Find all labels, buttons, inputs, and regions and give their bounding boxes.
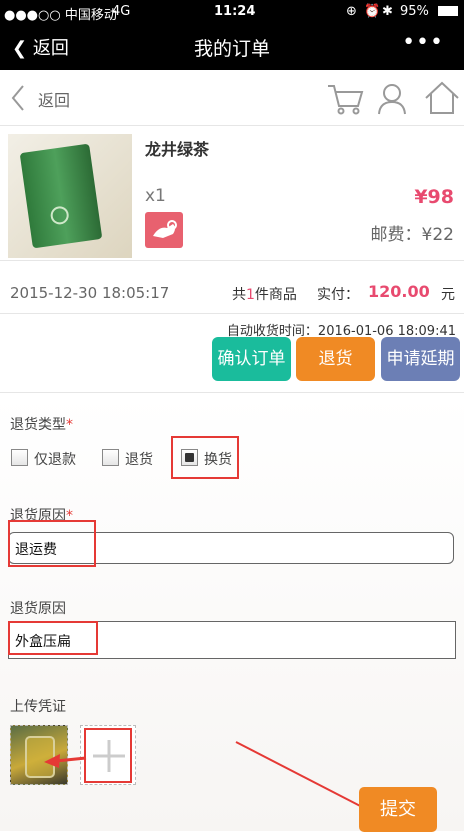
product-image[interactable]	[8, 134, 132, 258]
option-return-checkbox[interactable]	[102, 449, 119, 466]
return-form: 退货类型* 仅退款 退货 换货 退货原因* 退运费 退货原因 外盒压扁 上传凭证…	[0, 394, 464, 832]
count-prefix: 共	[232, 287, 246, 303]
order-summary: 2015-12-30 18:05:17 共1件商品 实付： 120.00 元	[0, 262, 464, 314]
product-price: ¥98	[414, 186, 454, 208]
bluetooth-icon: ✱	[382, 4, 393, 19]
page-title: 我的订单	[193, 38, 270, 60]
return-service-icon	[145, 212, 183, 248]
option-refund-checkbox[interactable]	[11, 449, 28, 466]
network-text: 4G	[112, 4, 131, 19]
tin-logo-shape	[49, 205, 70, 226]
highlight-box-reason	[8, 520, 96, 567]
shipping-fee: 邮费：¥22	[370, 225, 454, 245]
order-actions: 自动收货时间：2016-01-06 18:09:41 确认订单 退货 申请延期	[0, 315, 464, 393]
alarm-icon: ⏰	[364, 4, 381, 19]
sub-nav: 返回	[0, 70, 464, 126]
product-card[interactable]: 龙井绿茶 x1 ¥98 邮费：¥22	[0, 126, 464, 261]
arrow-submit-line	[235, 741, 369, 811]
product-quantity: x1	[145, 186, 166, 206]
nav-bar: ❮ 返回 我的订单 •••	[0, 24, 464, 70]
paid-unit: 元	[441, 287, 455, 303]
home-icon[interactable]	[424, 80, 460, 116]
arrow-left-line	[55, 756, 87, 763]
arrow-left-head-icon	[44, 754, 60, 768]
required-mark: *	[66, 417, 73, 433]
order-date: 2015-12-30 18:05:17	[10, 284, 170, 302]
submit-button[interactable]: 提交	[359, 787, 437, 832]
option-refund-label: 仅退款	[34, 452, 76, 468]
upload-label: 上传凭证	[10, 699, 66, 715]
battery-text: 95%	[400, 4, 429, 19]
highlight-box-exchange	[171, 436, 239, 479]
order-count: 共1件商品	[232, 284, 297, 304]
count-value: 1	[246, 287, 255, 303]
reason2-label: 退货原因	[10, 601, 66, 617]
highlight-box-reason2	[8, 621, 98, 655]
extend-button[interactable]: 申请延期	[381, 337, 460, 381]
user-icon[interactable]	[376, 82, 408, 116]
chevron-left-icon	[11, 85, 24, 111]
return-type-label: 退货类型*	[10, 414, 73, 434]
product-name: 龙井绿茶	[145, 140, 210, 159]
return-type-text: 退货类型	[10, 417, 66, 433]
battery-icon	[438, 6, 458, 16]
time-text: 11:24	[214, 4, 256, 19]
tea-tin-shape	[19, 143, 103, 249]
lock-icon: ⊕	[346, 4, 357, 19]
confirm-order-button[interactable]: 确认订单	[212, 337, 291, 381]
subnav-back-label: 返回	[38, 91, 71, 110]
option-return-label: 退货	[125, 452, 153, 468]
return-goods-button[interactable]: 退货	[296, 337, 375, 381]
subnav-back-button[interactable]: 返回	[8, 82, 88, 114]
cart-icon[interactable]	[326, 82, 364, 116]
paid-amount: 120.00	[368, 282, 430, 301]
count-suffix: 件商品	[254, 287, 297, 303]
status-bar: ●●●○○ 中国移动 4G 11:24 ⊕ ⏰ ✱ 95%	[0, 0, 464, 24]
more-button[interactable]: •••	[402, 30, 444, 55]
paid-label: 实付：	[317, 287, 359, 303]
carrier-text: ●●●○○ 中国移动	[4, 8, 117, 23]
